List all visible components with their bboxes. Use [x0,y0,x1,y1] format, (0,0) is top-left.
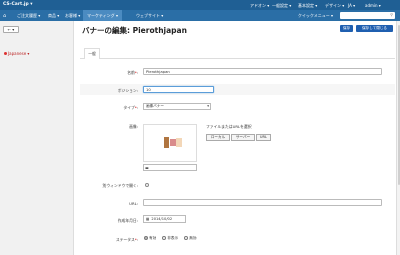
calendar-icon[interactable]: ▦ [146,217,149,221]
url-label: URL: [129,201,138,206]
flag-icon [4,52,7,55]
position-label: ポジション: [117,88,138,93]
language-label: Japanese ▾ [8,51,30,56]
status-label: ステータス*: [115,237,138,242]
type-label: タイプ*: [123,105,138,110]
tab-divider [80,58,395,59]
type-select[interactable]: 画像バナー ▾ [143,103,211,110]
chevron-down-icon: ▾ [207,104,209,108]
date-label: 作成年月日: [117,218,138,223]
search-icon[interactable]: ⚲ [390,12,393,17]
scrollbar[interactable] [396,21,400,255]
nav-customers[interactable]: お客様 ▾ [65,13,80,19]
radio-selected-icon[interactable] [144,236,148,240]
quick-menu[interactable]: クイックメニュー ▾ [298,13,333,19]
nav-orders[interactable]: ご注文履歴 ▾ [17,13,40,19]
name-field[interactable]: Pierothjapan [143,68,382,75]
status-radio-group: 有効 非表示 無効 [144,236,201,241]
position-field[interactable]: 10 [143,86,214,93]
basic-settings-menu[interactable]: 基本設定 ▾ [298,3,317,9]
back-button[interactable]: ← ▾ [3,26,19,33]
design-menu[interactable]: デザイン ▾ [325,3,344,9]
image-label: 画像: [129,124,138,129]
sidebar: ← ▾ Japanese ▾ [0,21,74,255]
banner-thumbnail [164,136,182,149]
general-settings-menu[interactable]: 一般設定 ▾ [272,3,291,9]
status-active-option[interactable]: 有効 [144,236,156,241]
new-window-label: 別ウィンドウで開く: [102,183,138,188]
addons-menu[interactable]: アドオン ▾ [250,3,269,9]
date-picker[interactable]: ▦ 2014/10/02 [143,215,186,223]
top-bar: CS-Cart.jp ▾ アドオン ▾ 一般設定 ▾ 基本設定 ▾ デザイン ▾… [0,0,400,10]
save-close-button[interactable]: 保存して閉じる [356,25,393,32]
status-disabled-option[interactable]: 無効 [184,236,196,241]
url-file-button[interactable]: URL [256,134,271,141]
user-menu[interactable]: admin ▾ [365,3,381,8]
name-label: 名前*: [127,70,138,75]
server-file-button[interactable]: サーバー [231,134,255,141]
nav-products[interactable]: 商品 ▾ [48,13,59,19]
status-hidden-option[interactable]: 非表示 [162,236,178,241]
new-window-checkbox[interactable] [145,183,149,187]
radio-icon[interactable] [184,236,189,240]
nav-website[interactable]: ウェブサイト ▾ [136,13,163,19]
language-selector[interactable]: Japanese ▾ [4,51,29,56]
image-preview [143,124,197,162]
search-input[interactable]: ⚲ [340,12,395,19]
tab-general[interactable]: 一般 [84,48,100,59]
nav-marketing[interactable]: マーケティング ▾ [83,10,122,21]
file-select-label: ファイルまたはURLを選択 [206,124,252,129]
save-button[interactable]: 保存 [340,25,353,32]
local-file-button[interactable]: ローカル [206,134,230,141]
page-title: バナーの編集: Pierothjapan [82,26,187,35]
language-menu[interactable]: JA ▾ [348,3,355,8]
radio-icon[interactable] [162,236,167,240]
main-nav: ⌂ ご注文履歴 ▾ 商品 ▾ お客様 ▾ マーケティング ▾ ウェブサイト ▾ … [0,10,400,21]
brand-menu[interactable]: CS-Cart.jp ▾ [3,2,33,7]
home-icon[interactable]: ⌂ [3,13,6,19]
image-alt-field[interactable]: ▬ [143,164,197,171]
url-field[interactable] [143,199,382,206]
comment-icon: ▬ [145,165,149,170]
